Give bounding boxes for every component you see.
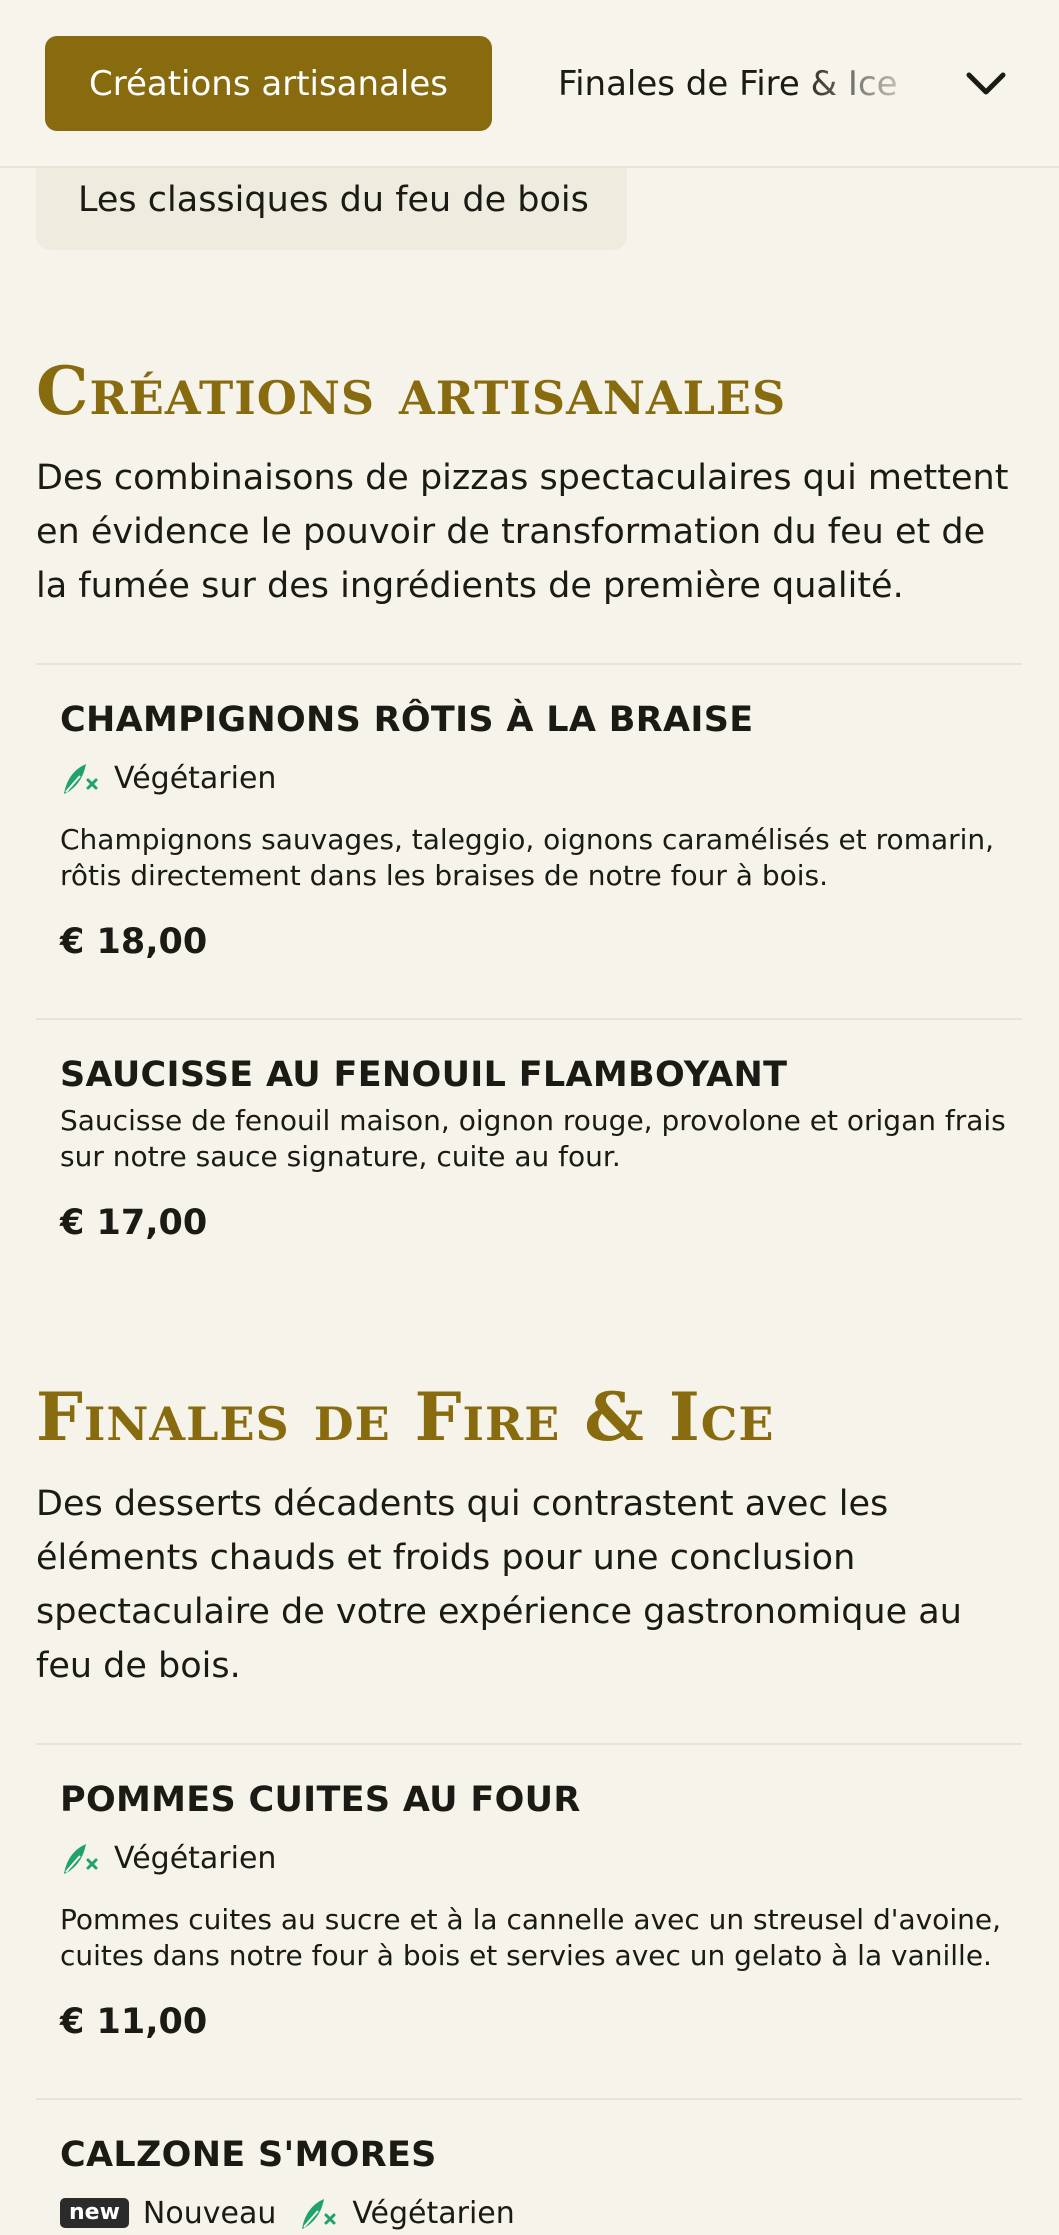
divider — [36, 2098, 1022, 2100]
divider — [36, 1743, 1022, 1745]
new-tag: new — [60, 2198, 129, 2228]
menu-item-saucisse[interactable]: SAUCISSE AU FENOUIL FLAMBOYANT Saucisse … — [60, 1055, 1010, 1243]
chevron-down-icon[interactable] — [960, 58, 1012, 110]
vegetarian-label: Végétarien — [352, 2195, 515, 2231]
item-badges: new Nouveau Végétarien — [60, 2191, 1010, 2235]
vegetarian-badge: Végétarien — [60, 1838, 276, 1878]
new-badge: new Nouveau — [60, 2196, 276, 2231]
vegetarian-leaf-icon — [64, 1844, 98, 1874]
section-description-finales: Des desserts décadents qui contrastent a… — [36, 1484, 962, 1686]
vegetarian-leaf-icon — [302, 2199, 336, 2229]
vegetarian-badge: Végétarien — [60, 758, 276, 798]
menu-item-name: SAUCISSE AU FENOUIL FLAMBOYANT — [60, 1055, 788, 1095]
menu-item-calzone[interactable]: CALZONE S'MORES new Nouveau Végétarien — [60, 2135, 1010, 2235]
category-tab-label: Finales de Fire & Ice — [558, 63, 898, 104]
section-description-creations: Des combinaisons de pizzas spectaculaire… — [36, 458, 1009, 606]
menu-item-description: Champignons sauvages, taleggio, oignons … — [60, 823, 995, 892]
menu-item-price: € 11,00 — [60, 2002, 208, 2042]
menu-item-price: € 18,00 — [60, 922, 208, 962]
vegetarian-label: Végétarien — [114, 1840, 277, 1876]
category-tab-finales[interactable]: Finales de Fire & Ice — [558, 36, 898, 131]
vegetarian-label: Végétarien — [114, 760, 277, 796]
item-badges: Végétarien — [60, 756, 1010, 800]
menu-item-description: Pommes cuites au sucre et à la cannelle … — [60, 1903, 1001, 1972]
section-title-creations: Créations artisanales — [36, 352, 787, 430]
divider — [36, 1018, 1022, 1020]
new-label: Nouveau — [142, 2195, 277, 2231]
divider — [36, 663, 1022, 665]
section-title-finales: Finales de Fire & Ice — [36, 1378, 775, 1456]
menu-item-description: Saucisse de fenouil maison, oignon rouge… — [60, 1104, 1006, 1173]
item-badges: Végétarien — [60, 1836, 1010, 1880]
menu-item-name: CHAMPIGNONS RÔTIS À LA BRAISE — [60, 700, 754, 740]
vegetarian-badge: Végétarien — [298, 2193, 515, 2233]
menu-item-name: CALZONE S'MORES — [60, 2135, 437, 2175]
menu-item-pommes[interactable]: POMMES CUITES AU FOUR Végétarien Pommes … — [60, 1780, 1010, 2042]
category-tab-creations-active[interactable]: Créations artisanales — [45, 36, 492, 131]
menu-item-champignons[interactable]: CHAMPIGNONS RÔTIS À LA BRAISE Végétarien… — [60, 700, 1010, 962]
category-nav-bar: Créations artisanales Finales de Fire & … — [0, 0, 1059, 168]
category-chip-label: Les classiques du feu de bois — [78, 180, 589, 220]
vegetarian-leaf-icon — [64, 764, 98, 794]
menu-item-name: POMMES CUITES AU FOUR — [60, 1780, 581, 1820]
menu-item-price: € 17,00 — [60, 1203, 208, 1243]
